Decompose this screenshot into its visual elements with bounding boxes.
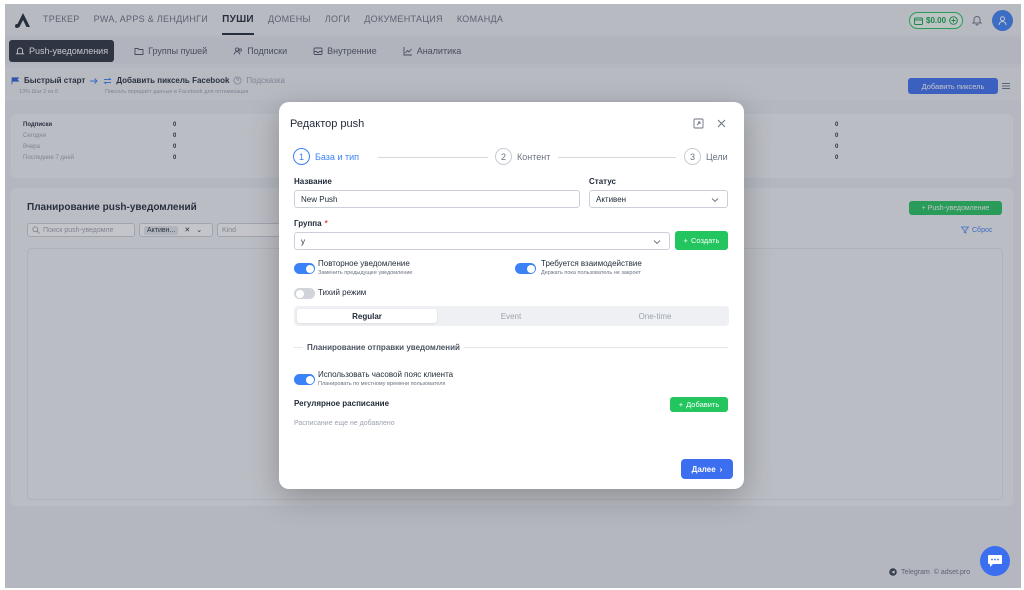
group-label: Группа *	[294, 219, 328, 228]
step-number: 3	[684, 148, 701, 165]
chevron-right-icon: ›	[719, 464, 723, 474]
expand-icon[interactable]	[693, 118, 704, 129]
plus-icon: +	[683, 236, 688, 245]
group-value: y	[301, 236, 305, 246]
step-label: Цели	[706, 151, 728, 162]
step-content[interactable]: 2 Контент	[495, 148, 550, 165]
chat-button[interactable]	[980, 546, 1010, 576]
step-connector	[558, 157, 676, 158]
interaction-subtitle: Держать пока пользователь не закроет	[541, 270, 641, 276]
type-one-time[interactable]: One-time	[585, 309, 725, 323]
interaction-toggle[interactable]	[515, 263, 536, 274]
step-base-type[interactable]: 1 База и тип	[293, 148, 359, 165]
schedule-empty-text: Расписание еще не добавлено	[294, 420, 395, 427]
name-input[interactable]: New Push	[294, 190, 580, 208]
add-schedule-button[interactable]: + Добавить	[670, 397, 728, 412]
step-label: База и тип	[315, 151, 359, 162]
type-segmented-control: Regular Event One-time	[294, 306, 729, 326]
silent-title: Тихий режим	[318, 288, 367, 297]
modal-title: Редактор push	[290, 118, 365, 130]
step-number: 2	[495, 148, 512, 165]
chevron-down-icon	[711, 198, 719, 203]
plus-icon: +	[678, 400, 684, 409]
type-event[interactable]: Event	[441, 309, 581, 323]
status-value: Активен	[596, 194, 627, 204]
silent-toggle[interactable]	[294, 288, 315, 299]
step-number: 1	[293, 148, 310, 165]
group-select[interactable]: y	[294, 232, 670, 250]
timezone-title: Использовать часовой пояс клиента	[318, 370, 454, 379]
next-button[interactable]: Далее ›	[681, 459, 733, 479]
schedule-label: Регулярное расписание	[294, 399, 390, 408]
step-goals[interactable]: 3 Цели	[684, 148, 728, 165]
push-editor-modal: Редактор push 1 База и тип 2 Контент 3 Ц…	[279, 102, 744, 489]
status-select[interactable]: Активен	[589, 190, 728, 208]
repeat-title: Повторное уведомление	[318, 259, 410, 268]
close-icon[interactable]	[716, 118, 727, 129]
section-title: Планирование отправки уведомлений	[303, 343, 464, 352]
timezone-subtitle: Планировать по местному времени пользова…	[318, 381, 446, 387]
chat-bubble-icon	[988, 555, 1002, 567]
step-connector	[378, 157, 488, 158]
chevron-down-icon	[653, 240, 661, 245]
status-label: Статус	[589, 177, 616, 186]
create-group-button[interactable]: + Создать	[675, 231, 728, 250]
repeat-toggle[interactable]	[294, 263, 315, 274]
repeat-subtitle: Заменить предыдущее уведомление	[318, 270, 413, 276]
required-marker: *	[324, 219, 328, 228]
name-label: Название	[294, 177, 332, 186]
step-label: Контент	[517, 151, 551, 162]
timezone-toggle[interactable]	[294, 374, 315, 385]
type-regular[interactable]: Regular	[297, 309, 437, 323]
interaction-title: Требуется взаимодействие	[541, 259, 642, 268]
